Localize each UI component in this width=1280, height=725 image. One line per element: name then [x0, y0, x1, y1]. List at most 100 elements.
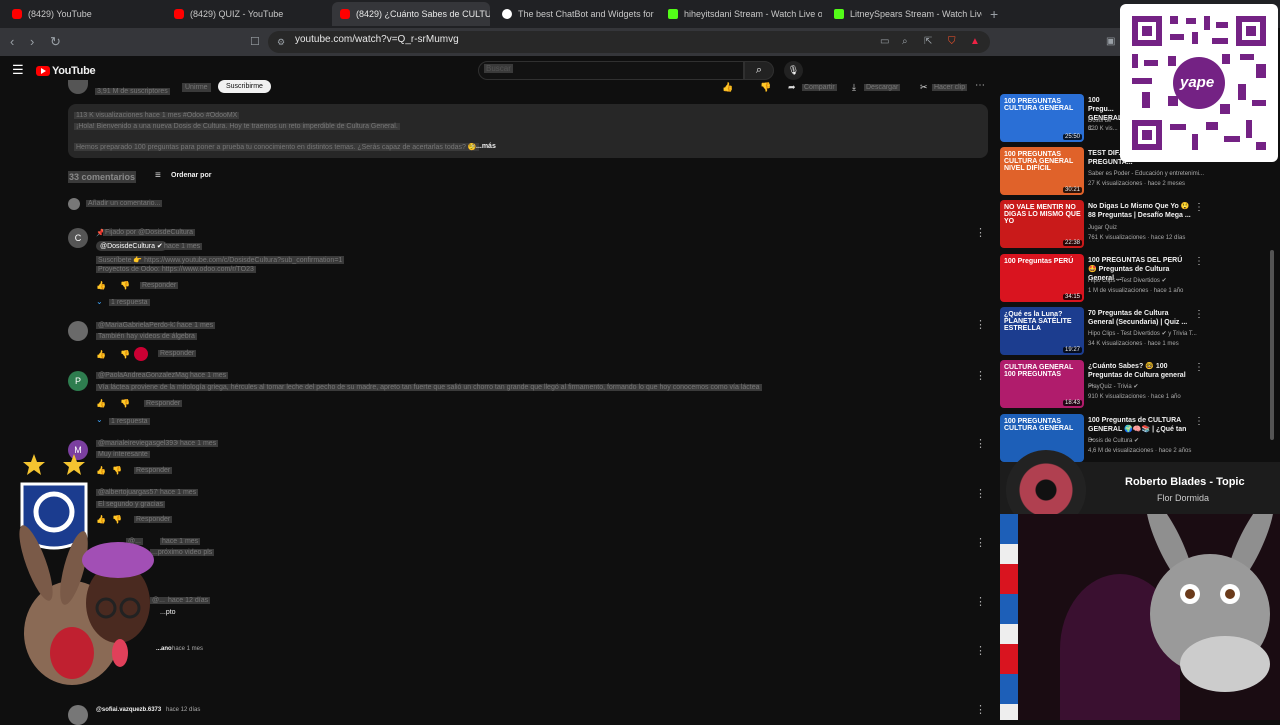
related-title[interactable]: No Digas Lo Mismo Que Yo 😲 88 Preguntas … — [1088, 202, 1192, 220]
share-button[interactable]: Compartir — [802, 84, 837, 91]
comment-menu-icon[interactable]: ⋮ — [975, 226, 986, 239]
related-meta: 34 K visualizaciones · hace 1 mes — [1088, 341, 1179, 347]
comment-time[interactable]: hace 1 mes — [172, 646, 203, 652]
comment-menu-icon[interactable]: ⋮ — [975, 595, 986, 608]
comment-text: Vía láctea proviene de la mitología grie… — [96, 384, 762, 391]
scrollbar[interactable] — [1270, 250, 1274, 440]
related-channel[interactable]: Saber es Poder - Educación y entretenimi… — [1088, 170, 1206, 178]
related-menu-icon[interactable]: ⋮ — [1194, 416, 1204, 427]
bookmark-icon[interactable]: ☐ — [250, 35, 260, 49]
dislike-icon[interactable]: 👎 — [120, 399, 130, 408]
related-menu-icon[interactable]: ⋮ — [1194, 309, 1204, 320]
description-more-link[interactable]: ...más — [476, 143, 496, 150]
related-menu-icon[interactable]: ⋮ — [1194, 362, 1204, 373]
related-thumbnail[interactable]: ¿Qué es la Luna? PLANETA SATÉLITE ESTREL… — [1000, 307, 1084, 355]
sort-button[interactable]: Ordenar por — [171, 172, 211, 179]
download-button[interactable]: Descargar — [864, 84, 901, 91]
clip-button[interactable]: Hacer clip — [932, 84, 968, 91]
comment-time[interactable]: hace 1 mes — [178, 440, 219, 447]
comment-time[interactable]: hace 12 días — [166, 707, 200, 713]
comment-author[interactable]: @marialeireviegasgel3936 — [96, 440, 183, 447]
comment-menu-icon[interactable]: ⋮ — [975, 437, 986, 450]
related-channel[interactable]: Dosis de Cultura ✔ — [1088, 437, 1206, 445]
share-icon[interactable]: ⇱ — [924, 35, 932, 49]
comment-time[interactable]: hace 1 mes — [162, 243, 203, 250]
related-menu-icon[interactable]: ⋮ — [1194, 256, 1204, 267]
comment-menu-icon[interactable]: ⋮ — [975, 369, 986, 382]
browser-tab-6[interactable]: LitneySpears Stream - Watch Live — [826, 2, 982, 26]
add-comment-input[interactable]: Añadir un comentario... — [86, 200, 163, 207]
comment-author[interactable]: @sofiai.vazquezb.6373 — [96, 707, 161, 713]
voice-search-button[interactable]: 🎙 — [784, 61, 803, 80]
url-text: youtube.com/watch?v=Q_r-srMumvg — [295, 34, 459, 45]
like-icon[interactable]: 👍 — [96, 399, 106, 408]
replies-toggle[interactable]: 1 respuesta — [109, 418, 150, 425]
related-channel[interactable]: PlayQuiz - Trivia ✔ — [1088, 383, 1206, 391]
related-title[interactable]: 70 Preguntas de Cultura General (Secunda… — [1088, 309, 1192, 327]
reply-button[interactable]: Responder — [158, 350, 197, 357]
youtube-logo[interactable]: YouTube — [36, 65, 96, 77]
reply-button[interactable]: Responder — [144, 400, 183, 407]
comment-menu-icon[interactable]: ⋮ — [975, 644, 986, 657]
dislike-icon[interactable]: 👎 — [120, 350, 130, 359]
cast-icon[interactable]: ▭ — [880, 35, 889, 49]
comment-avatar[interactable] — [68, 705, 88, 725]
menu-icon[interactable]: ☰ — [12, 62, 24, 78]
creator-heart-icon — [134, 347, 148, 361]
related-menu-icon[interactable]: ⋮ — [1194, 202, 1204, 213]
browser-tab-2[interactable]: (8429) QUIZ - YouTube — [166, 2, 328, 26]
sidebar-thumbnails-strip — [1000, 514, 1018, 720]
like-icon[interactable]: 👍 — [722, 82, 733, 93]
browser-tab-5[interactable]: hiheyitsdani Stream - Watch Live on — [660, 2, 822, 26]
related-thumbnail[interactable]: 100 PREGUNTAS CULTURA GENERAL NIVEL DIFÍ… — [1000, 147, 1084, 195]
qr-code-overlay: yape — [1120, 4, 1278, 162]
related-thumbnail[interactable]: NO VALE MENTIR NO DIGAS LO MISMO QUE YO … — [1000, 200, 1084, 248]
join-button[interactable]: Unirme — [182, 83, 211, 92]
related-thumbnail[interactable]: CULTURA GENERAL 100 PREGUNTAS 18:43 — [1000, 360, 1084, 408]
related-channel[interactable]: Hipo Clips - Test Divertidos ✔ y Trivia … — [1088, 330, 1206, 338]
duration-badge: 22:38 — [1062, 240, 1082, 246]
forward-icon[interactable]: › — [30, 35, 34, 49]
subscribe-button[interactable]: Suscribirme — [218, 80, 271, 93]
reload-icon[interactable]: ↻ — [50, 35, 61, 49]
search-button[interactable]: ⌕ — [744, 61, 774, 80]
comment-menu-icon[interactable]: ⋮ — [975, 536, 986, 549]
dislike-icon[interactable]: 👎 — [760, 82, 771, 93]
comment-time[interactable]: hace 1 mes — [188, 372, 229, 379]
like-icon[interactable]: 👍 — [96, 281, 106, 290]
search-placeholder: Buscar — [484, 64, 513, 73]
subscriber-count: 3,91 M de suscriptores — [95, 88, 170, 95]
more-actions-icon[interactable]: ⋯ — [975, 80, 985, 91]
dislike-icon[interactable]: 👎 — [120, 281, 130, 290]
replies-toggle[interactable]: 1 respuesta — [109, 299, 150, 306]
related-channel[interactable]: Jugar Quiz — [1088, 224, 1206, 232]
brave-rewards-icon[interactable]: ▲ — [970, 35, 980, 49]
channel-avatar[interactable] — [68, 80, 88, 94]
related-thumbnail[interactable]: 100 Preguntas PERÚ 34:15 — [1000, 254, 1084, 302]
browser-tab-3-active[interactable]: (8429) ¿Cuánto Sabes de CULTU × — [332, 2, 490, 26]
browser-tab-1[interactable]: (8429) YouTube — [4, 2, 164, 26]
search-input[interactable] — [478, 61, 744, 80]
kick-icon — [834, 9, 844, 19]
browser-tab-4[interactable]: The best ChatBot and Widgets for Ki — [494, 2, 656, 26]
brave-shield-icon[interactable]: ⛉ — [948, 35, 956, 49]
like-icon[interactable]: 👍 — [96, 350, 106, 359]
back-icon[interactable]: ‹ — [10, 35, 14, 49]
related-thumbnail[interactable]: 100 PREGUNTAS CULTURA GENERAL 25:50 — [1000, 94, 1084, 142]
reply-button[interactable]: Responder — [140, 282, 179, 289]
comment-author[interactable]: @PaolaAndreaGonzalezMagan — [96, 372, 199, 379]
sidebar-toggle-icon[interactable]: ▣ — [1106, 35, 1115, 49]
related-channel[interactable]: Hipo Clips - Test Divertidos ✔ — [1088, 277, 1206, 285]
zoom-icon[interactable]: ⌕ — [902, 35, 908, 49]
comment-author[interactable]: @MariaGabrielaPerdo-k3b — [96, 322, 184, 329]
comment-time[interactable]: hace 1 mes — [175, 322, 216, 329]
comment-avatar[interactable] — [68, 321, 88, 341]
comment-menu-icon[interactable]: ⋮ — [975, 318, 986, 331]
comment-avatar[interactable]: P — [68, 371, 88, 391]
comment-menu-icon[interactable]: ⋮ — [975, 487, 986, 500]
comment-author[interactable]: @DosisdeCultura ✔ — [96, 241, 167, 251]
comment-avatar[interactable]: C — [68, 228, 88, 248]
comment-menu-icon[interactable]: ⋮ — [975, 703, 986, 716]
site-settings-icon[interactable]: ⚙ — [277, 35, 285, 49]
new-tab-button[interactable]: + — [990, 6, 998, 22]
